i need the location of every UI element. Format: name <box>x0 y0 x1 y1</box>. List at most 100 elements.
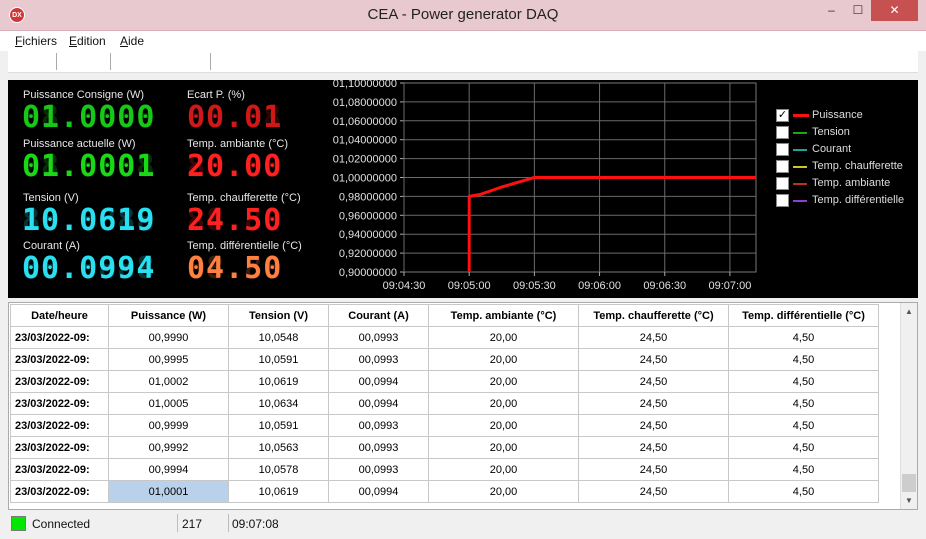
table-cell[interactable]: 00,9990 <box>108 326 229 349</box>
maximize-button[interactable]: ☐ <box>845 0 871 21</box>
legend-label: Puissance <box>812 109 863 121</box>
table-cell[interactable]: 4,50 <box>728 326 879 349</box>
table-cell[interactable]: 23/03/2022-09: <box>10 370 109 393</box>
table-cell[interactable]: 24,50 <box>578 414 729 437</box>
column-header[interactable]: Courant (A) <box>328 304 429 327</box>
table-row[interactable]: 23/03/2022-09: 01,0001 10,0619 00,0994 20,00… <box>10 480 879 503</box>
legend-item[interactable]: ✓ Puissance <box>775 107 915 124</box>
table-cell[interactable]: 4,50 <box>728 348 879 371</box>
table-cell[interactable]: 10,0548 <box>228 326 329 349</box>
table-cell[interactable]: 01,0002 <box>108 370 229 393</box>
column-header[interactable]: Date/heure <box>10 304 109 327</box>
table-cell[interactable]: 23/03/2022-09: <box>10 458 109 481</box>
table-cell[interactable]: 00,9994 <box>108 458 229 481</box>
table-cell[interactable]: 24,50 <box>578 370 729 393</box>
legend-item[interactable]: Tension <box>775 124 915 141</box>
scroll-up-arrow-icon[interactable]: ▲ <box>901 303 917 320</box>
connection-led-icon <box>11 516 26 531</box>
menu-aide[interactable]: Aide <box>120 34 144 48</box>
column-header[interactable]: Temp. différentielle (°C) <box>728 304 879 327</box>
column-header[interactable]: Temp. ambiante (°C) <box>428 304 579 327</box>
table-cell[interactable]: 4,50 <box>728 392 879 415</box>
table-cell[interactable]: 00,9995 <box>108 348 229 371</box>
table-cell[interactable]: 20,00 <box>428 458 579 481</box>
table-cell[interactable]: 10,0591 <box>228 348 329 371</box>
table-cell[interactable]: 24,50 <box>578 480 729 503</box>
table-cell[interactable]: 00,0994 <box>328 392 429 415</box>
table-row[interactable]: 23/03/2022-09: 00,9990 10,0548 00,0993 20,00… <box>10 326 879 349</box>
table-row[interactable]: 23/03/2022-09: 00,9994 10,0578 00,0993 20,00… <box>10 458 879 481</box>
menu-fichiers[interactable]: Fichiers <box>15 34 57 48</box>
table-cell[interactable]: 20,00 <box>428 414 579 437</box>
table-cell[interactable]: 20,00 <box>428 326 579 349</box>
scroll-down-arrow-icon[interactable]: ▼ <box>901 492 917 509</box>
table-cell[interactable]: 20,00 <box>428 392 579 415</box>
table-cell[interactable]: 24,50 <box>578 436 729 459</box>
x-tick-label: 09:07:00 <box>709 280 752 292</box>
scroll-thumb[interactable] <box>902 474 916 492</box>
table-cell[interactable]: 00,9992 <box>108 436 229 459</box>
column-header[interactable]: Puissance (W) <box>108 304 229 327</box>
table-cell[interactable]: 01,0005 <box>108 392 229 415</box>
chart-legend: ✓ Puissance Tension Courant Temp. chaufferet… <box>775 107 915 209</box>
vertical-scrollbar[interactable]: ▲ ▼ <box>900 303 917 509</box>
table-row[interactable]: 23/03/2022-09: 01,0005 10,0634 00,0994 20,00… <box>10 392 879 415</box>
table-cell[interactable]: 24,50 <box>578 348 729 371</box>
table-cell[interactable]: 24,50 <box>578 392 729 415</box>
table-cell[interactable]: 10,0591 <box>228 414 329 437</box>
minimize-button[interactable]: – <box>818 0 845 21</box>
table-cell[interactable]: 00,0993 <box>328 436 429 459</box>
table-cell[interactable]: 4,50 <box>728 436 879 459</box>
table-cell[interactable]: 4,50 <box>728 458 879 481</box>
table-cell[interactable]: 10,0563 <box>228 436 329 459</box>
column-header[interactable]: Temp. chaufferette (°C) <box>578 304 729 327</box>
table-cell[interactable]: 4,50 <box>728 370 879 393</box>
table-row[interactable]: 23/03/2022-09: 00,9995 10,0591 00,0993 20,00… <box>10 348 879 371</box>
table-cell[interactable]: 20,00 <box>428 348 579 371</box>
table-cell[interactable]: 00,0994 <box>328 480 429 503</box>
column-header[interactable]: Tension (V) <box>228 304 329 327</box>
table-row[interactable]: 23/03/2022-09: 01,0002 10,0619 00,0994 20,00… <box>10 370 879 393</box>
menu-edition[interactable]: Edition <box>69 34 106 48</box>
table-cell[interactable]: 00,0993 <box>328 326 429 349</box>
table-cell[interactable]: 23/03/2022-09: <box>10 436 109 459</box>
legend-item[interactable]: Temp. différentielle <box>775 192 915 209</box>
legend-checkbox[interactable] <box>776 126 789 139</box>
legend-item[interactable]: Temp. ambiante <box>775 175 915 192</box>
table-cell[interactable]: 4,50 <box>728 480 879 503</box>
legend-checkbox[interactable]: ✓ <box>776 109 789 122</box>
legend-swatch <box>793 114 809 117</box>
table-cell[interactable]: 23/03/2022-09: <box>10 414 109 437</box>
legend-item[interactable]: Temp. chaufferette <box>775 158 915 175</box>
table-cell[interactable]: 00,0993 <box>328 414 429 437</box>
close-button[interactable]: ✕ <box>871 0 918 21</box>
table-cell[interactable]: 20,00 <box>428 436 579 459</box>
table-cell[interactable]: 23/03/2022-09: <box>10 326 109 349</box>
table-cell[interactable]: 24,50 <box>578 458 729 481</box>
table-row[interactable]: 23/03/2022-09: 00,9999 10,0591 00,0993 20,00… <box>10 414 879 437</box>
table-cell[interactable]: 4,50 <box>728 414 879 437</box>
table-cell[interactable]: 24,50 <box>578 326 729 349</box>
table-cell[interactable]: 20,00 <box>428 370 579 393</box>
legend-checkbox[interactable] <box>776 143 789 156</box>
table-cell[interactable]: 20,00 <box>428 480 579 503</box>
legend-checkbox[interactable] <box>776 177 789 190</box>
legend-item[interactable]: Courant <box>775 141 915 158</box>
table-cell[interactable]: 10,0578 <box>228 458 329 481</box>
legend-checkbox[interactable] <box>776 194 789 207</box>
table-cell[interactable]: 10,0619 <box>228 480 329 503</box>
table-cell[interactable]: 23/03/2022-09: <box>10 392 109 415</box>
last-sample-time: 09:07:08 <box>232 517 279 531</box>
table-cell[interactable]: 23/03/2022-09: <box>10 348 109 371</box>
table-cell[interactable]: 00,9999 <box>108 414 229 437</box>
segment-value: 24.50 <box>187 203 283 238</box>
table-cell[interactable]: 10,0619 <box>228 370 329 393</box>
table-cell[interactable]: 10,0634 <box>228 392 329 415</box>
table-cell[interactable]: 01,0001 <box>108 480 229 503</box>
table-row[interactable]: 23/03/2022-09: 00,9992 10,0563 00,0993 20,00… <box>10 436 879 459</box>
legend-checkbox[interactable] <box>776 160 789 173</box>
table-cell[interactable]: 00,0994 <box>328 370 429 393</box>
table-cell[interactable]: 00,0993 <box>328 348 429 371</box>
table-cell[interactable]: 23/03/2022-09: <box>10 480 109 503</box>
table-cell[interactable]: 00,0993 <box>328 458 429 481</box>
